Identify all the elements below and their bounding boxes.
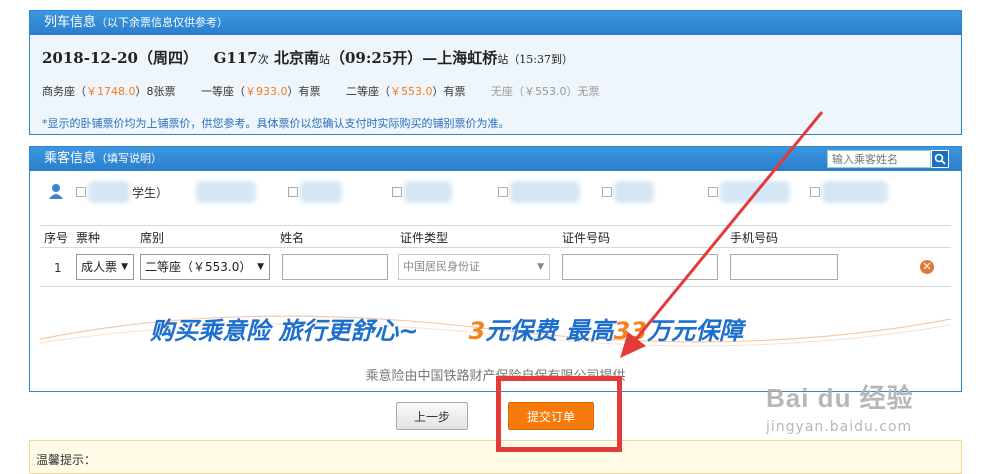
passenger-row: 1 成人票 ▼ 二等座（￥553.0） ▼ 中国居民身份证 ▼ ✕ [40, 247, 951, 287]
seat-no-seat: 无座（￥553.0）无票 [491, 85, 600, 98]
arrive-time: （15:37到） [508, 53, 574, 66]
passenger-info-panel: 乘客信息（填写说明） 学生） 序号 票种 席别 姓名 证件类型 证件号码 [29, 146, 962, 392]
passenger-info-header: 乘客信息（填写说明） [30, 147, 961, 171]
fill-instructions-link[interactable]: （填写说明） [96, 152, 162, 165]
contact-checkbox[interactable] [392, 187, 402, 197]
phone-input[interactable] [730, 254, 838, 280]
seat-second-class: 二等座（￥553.0）有票 [346, 85, 466, 98]
price-note: *显示的卧铺票价均为上铺票价，供您参考。具体票价以您确认支付时实际购买的铺别票价… [42, 117, 510, 130]
travel-date: 2018-12-20（周四） [42, 49, 198, 67]
previous-step-button[interactable]: 上一步 [396, 402, 468, 430]
seat-class-select[interactable]: 二等座（￥553.0） ▼ [140, 254, 270, 280]
search-icon [934, 153, 946, 165]
to-station: 上海虹桥 [437, 49, 498, 67]
contact-checkbox[interactable] [498, 187, 508, 197]
contact-label: 学生） [132, 186, 169, 200]
search-button[interactable] [931, 150, 949, 168]
contact-list: 学生） [44, 181, 951, 203]
warm-tips-title: 温馨提示： [36, 453, 97, 467]
row-index: 1 [54, 261, 62, 275]
contact-checkbox[interactable] [708, 187, 718, 197]
name-input[interactable] [282, 254, 388, 280]
train-number: G117 [213, 49, 258, 67]
contact-checkbox[interactable] [810, 187, 820, 197]
train-summary: 2018-12-20（周四） G117次 北京南站（09:25开）—上海虹桥站（… [42, 49, 574, 67]
insurance-headline: 购买乘意险 旅行更舒心~ 3元保费 最高33万元保障 [150, 317, 744, 345]
contact-checkbox[interactable] [602, 187, 612, 197]
insurance-banner[interactable]: 购买乘意险 旅行更舒心~ 3元保费 最高33万元保障 乘意险由中国铁路财产保险自… [40, 289, 951, 389]
from-station: 北京南 [273, 49, 319, 67]
passenger-table-header: 序号 票种 席别 姓名 证件类型 证件号码 手机号码 [40, 225, 951, 245]
id-type-select[interactable]: 中国居民身份证 ▼ [398, 254, 550, 280]
passenger-info-title: 乘客信息 [44, 151, 97, 166]
contact-checkbox[interactable] [288, 187, 298, 197]
highlight-box [496, 376, 622, 452]
user-icon [49, 184, 63, 199]
seat-availability: 商务座（￥1748.0）8张票 一等座（￥933.0）有票 二等座（￥553.0… [42, 83, 622, 99]
train-info-title: 列车信息 [44, 15, 97, 30]
depart-time: （09:25开） [330, 49, 423, 67]
baidu-logo: Bai du 经验 [766, 383, 914, 413]
ticket-type-select[interactable]: 成人票 ▼ [76, 254, 134, 280]
train-info-header: 列车信息（以下余票信息仅供参考） [30, 11, 961, 35]
remove-passenger-icon[interactable]: ✕ [920, 260, 934, 274]
seat-first-class: 一等座（￥933.0）有票 [201, 85, 321, 98]
passenger-search-input[interactable] [827, 150, 931, 168]
train-info-panel: 列车信息（以下余票信息仅供参考） 2018-12-20（周四） G117次 北京… [29, 10, 962, 135]
id-number-input[interactable] [562, 254, 718, 280]
seat-business: 商务座（￥1748.0）8张票 [42, 85, 176, 98]
watermark-url: jingyan.baidu.com [766, 419, 913, 435]
train-info-subtitle: （以下余票信息仅供参考） [96, 16, 229, 29]
passenger-search [827, 150, 949, 168]
contact-checkbox[interactable] [76, 187, 86, 197]
baidu-watermark: Bai du 经验 jingyan.baidu.com [766, 378, 976, 448]
